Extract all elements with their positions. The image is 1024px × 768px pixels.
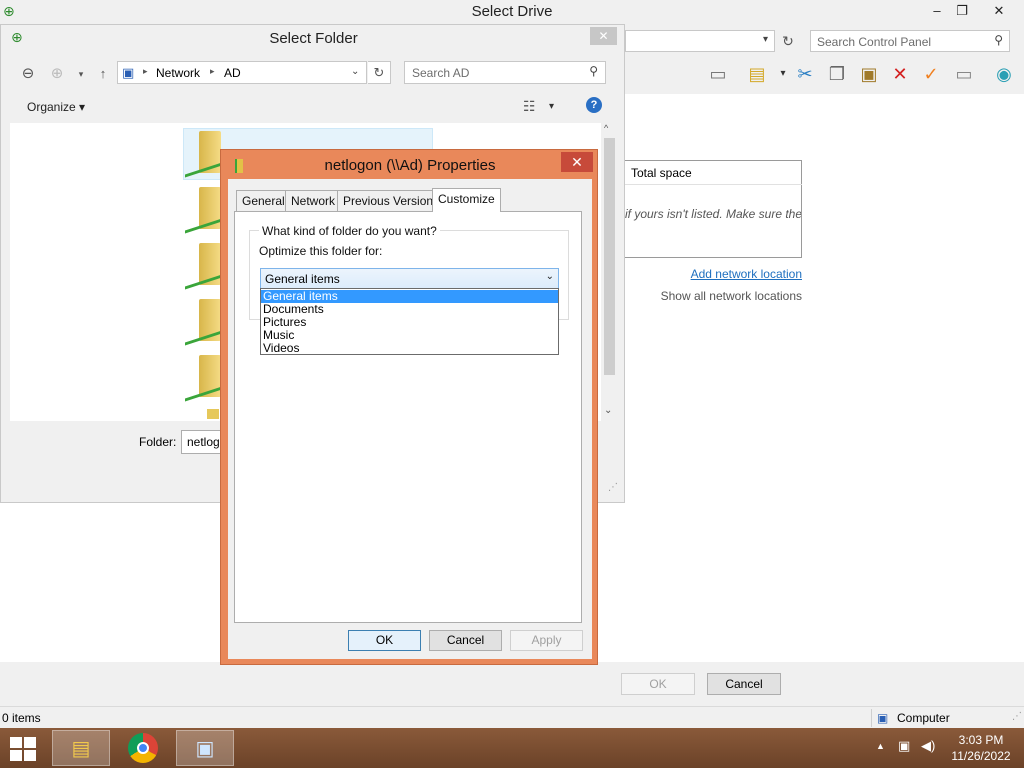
search-placeholder: Search AD xyxy=(412,66,470,80)
status-location: Computer xyxy=(897,711,950,725)
folder-type-select[interactable]: General items ⌄ xyxy=(260,268,559,289)
view-options-icon[interactable]: ☷ xyxy=(523,98,536,115)
globe-icon[interactable]: ◉ xyxy=(992,62,1016,86)
status-item-count: 0 items xyxy=(2,711,41,725)
properties-dialog: netlogon (\\Ad) Properties ✕ General Net… xyxy=(220,149,598,665)
refresh-icon[interactable]: ↻ xyxy=(777,30,799,52)
resize-grip-icon[interactable]: ⋰ xyxy=(1012,711,1022,722)
apply-button[interactable]: Apply xyxy=(510,630,583,651)
ok-button[interactable]: OK xyxy=(348,630,421,651)
properties-icon[interactable]: ▭ xyxy=(952,62,976,86)
chevron-down-icon[interactable]: ⌄ xyxy=(546,271,554,282)
copy-icon[interactable]: ❐ xyxy=(825,62,849,86)
control-panel-icon[interactable]: ▣ xyxy=(176,730,234,766)
cancel-button[interactable]: Cancel xyxy=(429,630,502,651)
drive-titlebar: ⊕ Select Drive – ❐ ✕ xyxy=(0,0,1024,24)
option-music[interactable]: Music xyxy=(261,329,558,342)
tab-network[interactable]: Network xyxy=(285,190,342,211)
option-pictures[interactable]: Pictures xyxy=(261,316,558,329)
customize-panel: What kind of folder do you want? Optimiz… xyxy=(234,211,582,623)
drive-ok-button[interactable]: OK xyxy=(621,673,695,695)
back-icon[interactable]: ⊖ xyxy=(17,63,39,85)
chevron-down-icon[interactable]: ⌄ xyxy=(351,66,359,77)
show-network-locations-link[interactable]: Show all network locations xyxy=(625,289,802,303)
folder-type-dropdown: General items Documents Pictures Music V… xyxy=(260,288,559,355)
search-icon[interactable]: ⚲ xyxy=(589,64,598,78)
chrome-icon[interactable] xyxy=(114,730,172,766)
close-window-button[interactable]: ✕ xyxy=(984,0,1014,22)
add-network-location-link[interactable]: Add network location xyxy=(625,267,802,281)
checkmark-icon[interactable]: ✓ xyxy=(919,62,943,86)
chevron-down-icon[interactable]: ▾ xyxy=(763,34,768,45)
delete-icon[interactable]: ✕ xyxy=(888,62,912,86)
optimize-label: Optimize this folder for: xyxy=(259,244,383,258)
drive-list: Total space if yours isn't listed. Make … xyxy=(625,160,802,258)
cut-icon[interactable]: ✂ xyxy=(793,62,817,86)
tab-general[interactable]: General xyxy=(236,190,291,211)
selected-folder-type: General items xyxy=(265,272,340,286)
network-status-icon[interactable]: ▣ xyxy=(898,738,910,754)
restore-button[interactable]: ❐ xyxy=(947,0,977,22)
folder-dialog-title: Select Folder xyxy=(269,30,358,47)
clock-date[interactable]: 11/26/2022 xyxy=(946,749,1016,763)
option-videos[interactable]: Videos xyxy=(261,342,558,355)
search-icon[interactable]: ⚲ xyxy=(994,33,1003,47)
folder-options-icon[interactable]: ▤ xyxy=(745,62,769,86)
breadcrumb-separator: ▸ xyxy=(143,66,148,76)
properties-close-button[interactable]: ✕ xyxy=(561,152,593,172)
search-placeholder: Search Control Panel xyxy=(817,35,932,49)
windows-start-icon[interactable] xyxy=(8,736,40,762)
folder-search-input[interactable]: Search AD ⚲ xyxy=(404,61,606,84)
drive-button-bar: OK Cancel xyxy=(0,662,1024,706)
organize-menu[interactable]: Organize ▾ xyxy=(27,100,85,114)
scrollbar-thumb[interactable] xyxy=(604,138,615,375)
drive-cancel-button[interactable]: Cancel xyxy=(707,673,781,695)
properties-title: netlogon (\\Ad) Properties xyxy=(324,157,496,174)
tab-customize[interactable]: Customize xyxy=(432,188,501,212)
layout-icon[interactable]: ▭ xyxy=(706,62,730,86)
properties-body: General Network Previous Versions Custom… xyxy=(228,179,592,659)
folder-name-input[interactable]: netlogon xyxy=(181,430,221,454)
folder-type-question: What kind of folder do you want? xyxy=(259,224,440,238)
drive-window-title: Select Drive xyxy=(471,3,553,20)
control-panel-search-input[interactable]: Search Control Panel ⚲ xyxy=(810,30,1010,52)
folder-address-bar[interactable]: ▣ ▸ Network ▸ AD ⌄ xyxy=(117,61,367,84)
folder-name-label: Folder: xyxy=(139,435,177,449)
column-header-total-space[interactable]: Total space xyxy=(625,161,802,185)
chevron-down-icon[interactable]: ▾ xyxy=(549,101,554,112)
forward-icon[interactable]: ⊕ xyxy=(46,63,68,85)
help-icon[interactable]: ? xyxy=(586,97,602,113)
show-hidden-icons-icon[interactable]: ▲ xyxy=(876,741,885,751)
file-explorer-icon[interactable]: ▤ xyxy=(52,730,110,766)
network-icon: ▣ xyxy=(122,65,135,80)
up-arrow-icon[interactable]: ↑ xyxy=(92,63,114,85)
list-hint-text: if yours isn't listed. Make sure the xyxy=(625,207,801,221)
clock-time[interactable]: 3:03 PM xyxy=(946,733,1016,747)
resize-grip-icon[interactable]: ⋰ xyxy=(608,482,618,493)
taskbar: ▤ ▣ ▲ ▣ ◀) 3:03 PM 11/26/2022 xyxy=(0,728,1024,768)
status-bar: 0 items ▣ Computer ⋰ xyxy=(0,706,1024,728)
scroll-up-icon[interactable]: ^ xyxy=(604,123,608,133)
volume-icon[interactable]: ◀) xyxy=(921,738,935,754)
chevron-down-icon[interactable]: ▾ xyxy=(771,62,795,86)
breadcrumb-separator: ▸ xyxy=(210,66,215,76)
tab-previous-versions[interactable]: Previous Versions xyxy=(337,190,446,211)
scroll-down-icon[interactable]: ⌄ xyxy=(604,405,612,416)
shared-folder-icon[interactable] xyxy=(207,409,219,419)
folder-close-button[interactable]: ✕ xyxy=(590,27,617,45)
breadcrumb-ad[interactable]: AD xyxy=(224,66,241,80)
status-divider xyxy=(871,709,872,727)
refresh-icon[interactable]: ↻ xyxy=(368,61,391,84)
drive-address-bar[interactable]: ▾ xyxy=(625,30,775,52)
breadcrumb-network[interactable]: Network xyxy=(156,66,200,80)
computer-icon: ▣ xyxy=(877,711,889,725)
recent-locations-icon[interactable]: ▾ xyxy=(70,63,92,85)
paste-icon[interactable]: ▣ xyxy=(857,62,881,86)
